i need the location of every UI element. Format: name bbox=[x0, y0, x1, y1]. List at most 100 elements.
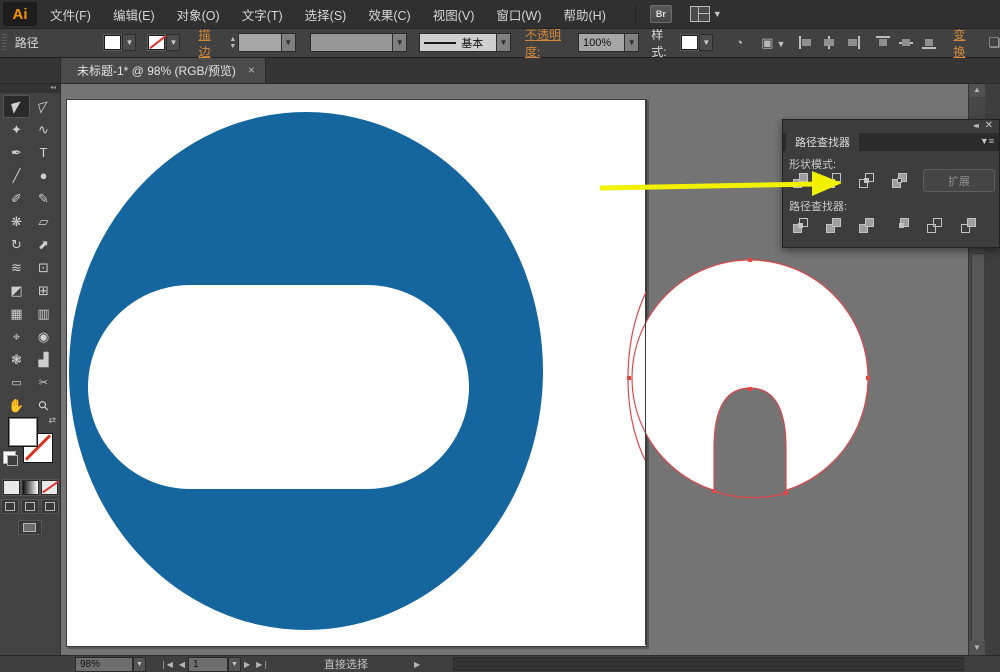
pen-tool[interactable]: ✒ bbox=[3, 141, 30, 164]
brush-definition-dropdown[interactable]: 基本 ▼ bbox=[419, 33, 511, 52]
panel-close-icon[interactable]: ✕ bbox=[985, 120, 993, 131]
paintbrush-tool[interactable]: ✐ bbox=[3, 187, 30, 210]
panel-titlebar[interactable]: ◂◂ ✕ bbox=[783, 120, 999, 134]
screen-mode-button[interactable] bbox=[18, 520, 42, 535]
slice-tool[interactable]: ✂ bbox=[30, 371, 57, 394]
opacity-dropdown[interactable]: 100% ▼ bbox=[578, 33, 640, 52]
status-flyout-icon[interactable]: ▶ bbox=[414, 660, 420, 669]
panel-menu-icon[interactable]: ▼≡ bbox=[980, 136, 994, 146]
zoom-level-field[interactable]: 98% bbox=[75, 656, 133, 672]
pathfinder-tab[interactable]: 路径查找器 bbox=[786, 133, 859, 151]
scale-tool[interactable]: ⬈ bbox=[30, 233, 57, 256]
draw-normal-button[interactable] bbox=[1, 499, 19, 514]
document-tab[interactable]: 未标题-1* @ 98% (RGB/预览) × bbox=[60, 57, 266, 83]
type-tool[interactable]: T bbox=[30, 141, 57, 164]
trim-button[interactable] bbox=[822, 214, 845, 237]
scroll-up-icon[interactable]: ▲ bbox=[969, 83, 985, 97]
none-mode-button[interactable] bbox=[40, 480, 58, 495]
align-left-icon[interactable] bbox=[799, 36, 814, 49]
horizontal-scrollbar[interactable] bbox=[453, 657, 964, 671]
artboard-tool[interactable]: ▭ bbox=[3, 371, 30, 394]
selection-tool[interactable]: ◤ bbox=[3, 95, 30, 118]
align-center-icon[interactable] bbox=[822, 36, 837, 49]
line-segment-tool[interactable]: ╱ bbox=[3, 164, 30, 187]
expand-button[interactable]: 扩展 bbox=[923, 169, 995, 192]
menu-window[interactable]: 窗口(W) bbox=[485, 0, 552, 28]
zoom-tool[interactable]: ⚲ bbox=[30, 394, 57, 417]
document-setup-icon[interactable]: ◔ bbox=[735, 35, 743, 50]
fill-indicator-white[interactable] bbox=[8, 417, 38, 447]
outline-button[interactable] bbox=[923, 214, 946, 237]
unite-button[interactable] bbox=[789, 169, 812, 192]
hand-tool[interactable]: ✋ bbox=[3, 394, 30, 417]
workspace-switcher[interactable]: ▼ bbox=[689, 6, 722, 22]
menu-help[interactable]: 帮助(H) bbox=[553, 0, 617, 28]
free-transform-tool[interactable]: ⊡ bbox=[30, 256, 57, 279]
menu-type[interactable]: 文字(T) bbox=[231, 0, 294, 28]
collapse-to-icons-icon[interactable]: ◂◂ bbox=[973, 121, 979, 130]
gradient-tool[interactable]: ▥ bbox=[30, 302, 57, 325]
swap-fill-stroke-icon[interactable]: ⇄ bbox=[48, 415, 56, 426]
bridge-button[interactable]: Br bbox=[649, 5, 672, 23]
divide-button[interactable] bbox=[789, 214, 812, 237]
window-resize-grip[interactable] bbox=[966, 656, 1000, 672]
panel-grip-icon[interactable] bbox=[2, 33, 7, 52]
fill-color-swatch[interactable] bbox=[104, 35, 122, 50]
menu-object[interactable]: 对象(O) bbox=[166, 0, 231, 28]
gradient-mode-button[interactable] bbox=[21, 480, 39, 495]
stroke-link[interactable]: 描边 bbox=[198, 26, 221, 60]
zoom-level-dropdown[interactable]: ▼ bbox=[133, 656, 146, 672]
artboard-number-field[interactable]: 1 bbox=[188, 656, 229, 672]
menu-file[interactable]: 文件(F) bbox=[39, 0, 102, 28]
width-profile-dropdown[interactable]: ▼ bbox=[309, 33, 408, 52]
exclude-button[interactable] bbox=[888, 169, 911, 192]
draw-behind-button[interactable] bbox=[21, 499, 39, 514]
artboard-number-dropdown[interactable]: ▼ bbox=[228, 656, 242, 672]
scrollbar-thumb[interactable] bbox=[971, 253, 985, 645]
minus-front-button[interactable] bbox=[822, 169, 845, 192]
fill-color-dropdown[interactable]: ▼ bbox=[122, 34, 137, 51]
merge-button[interactable] bbox=[855, 214, 878, 237]
transform-link[interactable]: 变换 bbox=[953, 26, 976, 60]
width-tool[interactable]: ≋ bbox=[3, 256, 30, 279]
draw-inside-button[interactable] bbox=[41, 499, 59, 514]
style-swatch[interactable] bbox=[681, 35, 699, 50]
rotate-tool[interactable]: ↻ bbox=[3, 233, 30, 256]
menu-edit[interactable]: 编辑(E) bbox=[102, 0, 166, 28]
crop-button[interactable] bbox=[890, 214, 913, 237]
menu-view[interactable]: 视图(V) bbox=[422, 0, 486, 28]
column-graph-tool[interactable]: ▟ bbox=[30, 348, 57, 371]
align-top-icon[interactable] bbox=[876, 36, 891, 49]
shape-builder-tool[interactable]: ◩ bbox=[3, 279, 30, 302]
bounding-box-icon[interactable]: ▣ ▼ bbox=[761, 35, 785, 51]
color-mode-button[interactable] bbox=[2, 480, 20, 495]
pencil-tool[interactable]: ✎ bbox=[30, 187, 57, 210]
free-transform-corner-icon[interactable]: ❏ bbox=[988, 35, 1000, 51]
perspective-grid-tool[interactable]: ⊞ bbox=[30, 279, 57, 302]
style-dropdown[interactable]: ▼ bbox=[699, 34, 714, 51]
mesh-tool[interactable]: ▦ bbox=[3, 302, 30, 325]
last-artboard-icon[interactable]: ▶❘ bbox=[256, 660, 269, 669]
lasso-tool[interactable]: ∿ bbox=[30, 118, 57, 141]
scroll-down-icon[interactable]: ▼ bbox=[969, 641, 985, 655]
magic-wand-tool[interactable]: ✦ bbox=[3, 118, 30, 141]
menu-select[interactable]: 选择(S) bbox=[294, 0, 358, 28]
ellipse-tool[interactable]: ● bbox=[30, 164, 57, 187]
stroke-width-stepper[interactable]: ▲ ▼ bbox=[229, 36, 236, 50]
blob-brush-tool[interactable]: ❋ bbox=[3, 210, 30, 233]
stroke-color-dropdown[interactable]: ▼ bbox=[166, 34, 181, 51]
default-fill-stroke-icon[interactable] bbox=[3, 451, 18, 466]
tab-close-icon[interactable]: × bbox=[248, 63, 255, 77]
next-artboard-icon[interactable]: ▶ bbox=[244, 660, 250, 669]
align-bottom-icon[interactable] bbox=[922, 36, 937, 49]
prev-artboard-icon[interactable]: ◀ bbox=[179, 660, 185, 669]
align-middle-icon[interactable] bbox=[899, 36, 914, 49]
first-artboard-icon[interactable]: ❘◀ bbox=[160, 660, 173, 669]
intersect-button[interactable] bbox=[855, 169, 878, 192]
toolbar-collapse-icon[interactable]: ◂◂ bbox=[0, 83, 60, 93]
opacity-link[interactable]: 不透明度: bbox=[525, 26, 574, 60]
eyedropper-tool[interactable]: ⌖ bbox=[3, 325, 30, 348]
menu-effect[interactable]: 效果(C) bbox=[357, 0, 421, 28]
symbol-sprayer-tool[interactable]: ❃ bbox=[3, 348, 30, 371]
direct-selection-tool[interactable]: ◸ bbox=[30, 95, 57, 118]
